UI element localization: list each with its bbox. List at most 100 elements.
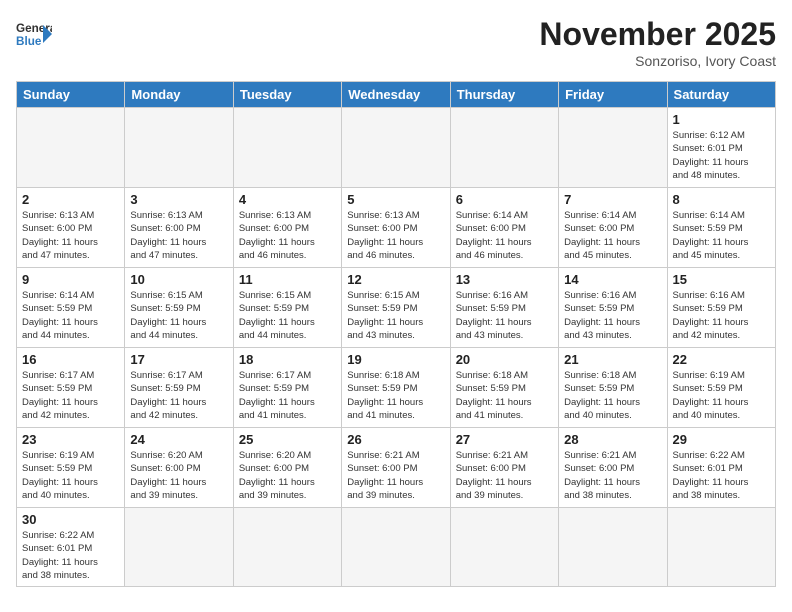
week-row-1: 1 Sunrise: 6:12 AM Sunset: 6:01 PM Daylig…	[17, 108, 776, 188]
calendar-cell: 2Sunrise: 6:13 AM Sunset: 6:00 PM Daylig…	[17, 188, 125, 268]
calendar-cell: 17Sunrise: 6:17 AM Sunset: 5:59 PM Dayli…	[125, 348, 233, 428]
calendar-cell: 15 Sunrise: 6:16 AM Sunset: 5:59 PM Dayli…	[667, 268, 775, 348]
calendar-cell: 25 Sunrise: 6:20 AM Sunset: 6:00 PM Dayli…	[233, 428, 341, 508]
day-number: 30	[22, 512, 119, 527]
day-info: Sunrise: 6:14 AM Sunset: 5:59 PM Dayligh…	[673, 209, 770, 262]
logo: General Blue	[16, 16, 52, 52]
calendar-cell: 21 Sunrise: 6:18 AM Sunset: 5:59 PM Dayli…	[559, 348, 667, 428]
day-header-wednesday: Wednesday	[342, 82, 450, 108]
calendar-cell: 4 Sunrise: 6:13 AM Sunset: 6:00 PM Daylig…	[233, 188, 341, 268]
calendar-cell: 20 Sunrise: 6:18 AM Sunset: 5:59 PM Dayli…	[450, 348, 558, 428]
day-number: 28	[564, 432, 661, 447]
day-number: 14	[564, 272, 661, 287]
calendar-cell: 8 Sunrise: 6:14 AM Sunset: 5:59 PM Daylig…	[667, 188, 775, 268]
day-number: 18	[239, 352, 336, 367]
day-number: 8	[673, 192, 770, 207]
day-info: Sunrise: 6:16 AM Sunset: 5:59 PM Dayligh…	[673, 289, 770, 342]
day-number: 21	[564, 352, 661, 367]
calendar-cell: 7 Sunrise: 6:14 AM Sunset: 6:00 PM Daylig…	[559, 188, 667, 268]
calendar-cell: 5 Sunrise: 6:13 AM Sunset: 6:00 PM Daylig…	[342, 188, 450, 268]
day-info: Sunrise: 6:14 AM Sunset: 5:59 PM Dayligh…	[22, 289, 119, 342]
calendar-cell: 26Sunrise: 6:21 AM Sunset: 6:00 PM Dayli…	[342, 428, 450, 508]
calendar-cell: 10Sunrise: 6:15 AM Sunset: 5:59 PM Dayli…	[125, 268, 233, 348]
day-info: Sunrise: 6:18 AM Sunset: 5:59 PM Dayligh…	[347, 369, 444, 422]
week-row-2: 2 Sunrise: 6:13 AM Sunset: 6:00 PM Daylig…	[17, 188, 776, 268]
svg-text:Blue: Blue	[16, 35, 42, 48]
day-info: Sunrise: 6:12 AM Sunset: 6:01 PM Dayligh…	[673, 129, 770, 182]
day-info: Sunrise: 6:14 AM Sunset: 6:00 PM Dayligh…	[564, 209, 661, 262]
day-info: Sunrise: 6:18 AM Sunset: 5:59 PM Dayligh…	[456, 369, 553, 422]
day-header-saturday: Saturday	[667, 82, 775, 108]
day-number: 2	[22, 192, 119, 207]
day-info: Sunrise: 6:16 AM Sunset: 5:59 PM Dayligh…	[456, 289, 553, 342]
day-info: Sunrise: 6:14 AM Sunset: 6:00 PM Dayligh…	[456, 209, 553, 262]
week-row-4: 16 Sunrise: 6:17 AM Sunset: 5:59 PM Dayli…	[17, 348, 776, 428]
day-info: Sunrise: 6:15 AM Sunset: 5:59 PM Dayligh…	[239, 289, 336, 342]
calendar-cell: 29 Sunrise: 6:22 AM Sunset: 6:01 PM Dayli…	[667, 428, 775, 508]
calendar-cell: 14Sunrise: 6:16 AM Sunset: 5:59 PM Dayli…	[559, 268, 667, 348]
day-number: 27	[456, 432, 553, 447]
day-info: Sunrise: 6:18 AM Sunset: 5:59 PM Dayligh…	[564, 369, 661, 422]
day-header-friday: Friday	[559, 82, 667, 108]
calendar-cell	[17, 108, 125, 188]
day-info: Sunrise: 6:17 AM Sunset: 5:59 PM Dayligh…	[22, 369, 119, 422]
subtitle: Sonzoriso, Ivory Coast	[539, 53, 776, 69]
day-number: 13	[456, 272, 553, 287]
day-info: Sunrise: 6:13 AM Sunset: 6:00 PM Dayligh…	[239, 209, 336, 262]
day-number: 25	[239, 432, 336, 447]
calendar-cell: 12Sunrise: 6:15 AM Sunset: 5:59 PM Dayli…	[342, 268, 450, 348]
day-info: Sunrise: 6:22 AM Sunset: 6:01 PM Dayligh…	[22, 529, 119, 582]
day-number: 4	[239, 192, 336, 207]
day-info: Sunrise: 6:13 AM Sunset: 6:00 PM Dayligh…	[347, 209, 444, 262]
header: General Blue November 2025 Sonzoriso, Iv…	[16, 16, 776, 69]
calendar-container: General Blue November 2025 Sonzoriso, Iv…	[0, 0, 792, 612]
day-info: Sunrise: 6:19 AM Sunset: 5:59 PM Dayligh…	[22, 449, 119, 502]
calendar-cell: 1 Sunrise: 6:12 AM Sunset: 6:01 PM Daylig…	[667, 108, 775, 188]
day-info: Sunrise: 6:21 AM Sunset: 6:00 PM Dayligh…	[564, 449, 661, 502]
calendar-cell: 6 Sunrise: 6:14 AM Sunset: 6:00 PM Daylig…	[450, 188, 558, 268]
calendar-cell	[450, 508, 558, 587]
header-row: SundayMondayTuesdayWednesdayThursdayFrid…	[17, 82, 776, 108]
day-info: Sunrise: 6:21 AM Sunset: 6:00 PM Dayligh…	[347, 449, 444, 502]
day-info: Sunrise: 6:17 AM Sunset: 5:59 PM Dayligh…	[130, 369, 227, 422]
day-number: 11	[239, 272, 336, 287]
month-title: November 2025	[539, 16, 776, 53]
calendar-cell: 27 Sunrise: 6:21 AM Sunset: 6:00 PM Dayli…	[450, 428, 558, 508]
day-number: 12	[347, 272, 444, 287]
day-number: 22	[673, 352, 770, 367]
day-header-sunday: Sunday	[17, 82, 125, 108]
calendar-cell: 13 Sunrise: 6:16 AM Sunset: 5:59 PM Dayli…	[450, 268, 558, 348]
day-number: 5	[347, 192, 444, 207]
calendar-cell	[233, 508, 341, 587]
day-info: Sunrise: 6:21 AM Sunset: 6:00 PM Dayligh…	[456, 449, 553, 502]
day-number: 23	[22, 432, 119, 447]
day-info: Sunrise: 6:20 AM Sunset: 6:00 PM Dayligh…	[130, 449, 227, 502]
calendar-cell	[450, 108, 558, 188]
day-number: 20	[456, 352, 553, 367]
day-info: Sunrise: 6:20 AM Sunset: 6:00 PM Dayligh…	[239, 449, 336, 502]
calendar-cell: 28 Sunrise: 6:21 AM Sunset: 6:00 PM Dayli…	[559, 428, 667, 508]
day-header-monday: Monday	[125, 82, 233, 108]
calendar-cell	[233, 108, 341, 188]
calendar-cell: 24 Sunrise: 6:20 AM Sunset: 6:00 PM Dayli…	[125, 428, 233, 508]
calendar-cell	[342, 108, 450, 188]
day-number: 29	[673, 432, 770, 447]
week-row-3: 9 Sunrise: 6:14 AM Sunset: 5:59 PM Daylig…	[17, 268, 776, 348]
calendar-cell: 19Sunrise: 6:18 AM Sunset: 5:59 PM Dayli…	[342, 348, 450, 428]
day-number: 9	[22, 272, 119, 287]
day-number: 1	[673, 112, 770, 127]
day-number: 7	[564, 192, 661, 207]
day-info: Sunrise: 6:22 AM Sunset: 6:01 PM Dayligh…	[673, 449, 770, 502]
day-header-thursday: Thursday	[450, 82, 558, 108]
week-row-5: 23 Sunrise: 6:19 AM Sunset: 5:59 PM Dayli…	[17, 428, 776, 508]
day-info: Sunrise: 6:15 AM Sunset: 5:59 PM Dayligh…	[130, 289, 227, 342]
day-number: 15	[673, 272, 770, 287]
day-number: 24	[130, 432, 227, 447]
day-number: 16	[22, 352, 119, 367]
week-row-6: 30 Sunrise: 6:22 AM Sunset: 6:01 PM Dayli…	[17, 508, 776, 587]
logo-icon: General Blue	[16, 16, 52, 52]
day-number: 6	[456, 192, 553, 207]
calendar-cell	[667, 508, 775, 587]
calendar-cell: 18Sunrise: 6:17 AM Sunset: 5:59 PM Dayli…	[233, 348, 341, 428]
day-header-tuesday: Tuesday	[233, 82, 341, 108]
